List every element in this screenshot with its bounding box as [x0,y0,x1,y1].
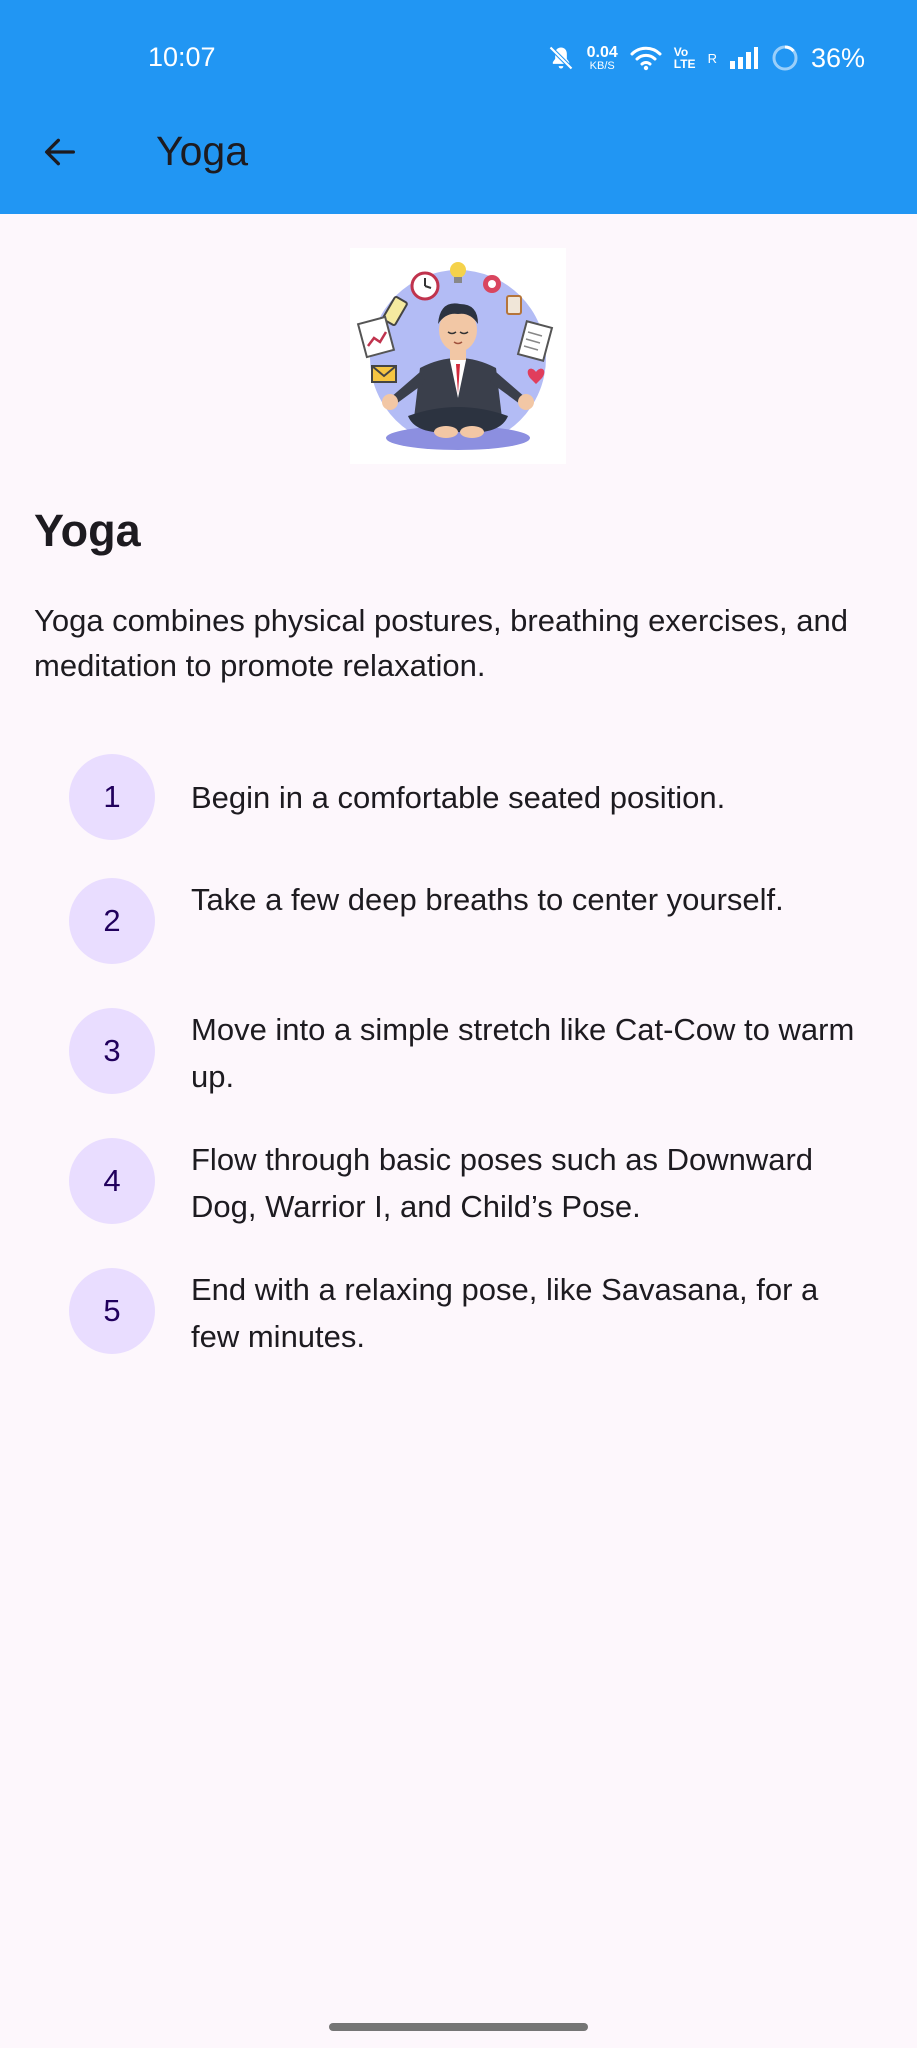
volte-bottom: LTE [673,57,696,71]
back-button[interactable] [30,122,90,182]
page-heading: Yoga [34,505,141,556]
wifi-icon [630,46,662,71]
yoga-illustration [350,248,566,464]
step-text: Begin in a comfortable seated position. [191,780,726,815]
roaming-indicator: R [707,50,717,66]
battery-icon [772,45,798,71]
mute-bell-icon [548,46,573,70]
signal-icon [729,47,758,69]
battery-percent: 36% [810,42,865,73]
arrow-left-icon [45,138,76,166]
net-speed-unit: KB/S [589,59,615,72]
network-speed: 0.04 KB/S [586,43,618,72]
step-number-badge: 2 [69,878,155,964]
step-number-badge: 1 [69,754,155,840]
step-text: Move into a simple stretch like Cat-Cow … [191,1012,855,1094]
step-text: End with a relaxing pose, like Savasana,… [191,1272,819,1354]
home-indicator[interactable] [329,2023,588,2031]
step-number-badge: 4 [69,1138,155,1224]
volte-indicator: Vo LTE [674,46,696,70]
app-bar: 10:07 0.04 KB/S Vo LTE R 36% Yoga [0,0,917,214]
net-speed-value: 0.04 [586,43,618,61]
status-icons: 0.04 KB/S Vo LTE R 36% [547,40,865,76]
step-text: Flow through basic poses such as Downwar… [191,1142,814,1224]
meditating-person-illustration [356,262,554,450]
status-time: 10:07 [148,42,216,72]
intro-description: Yoga combines physical postures, breathi… [34,603,848,683]
app-bar-title: Yoga [156,128,248,174]
step-number-badge: 5 [69,1268,155,1354]
step-text: Take a few deep breaths to center yourse… [191,882,784,917]
step-number-badge: 3 [69,1008,155,1094]
